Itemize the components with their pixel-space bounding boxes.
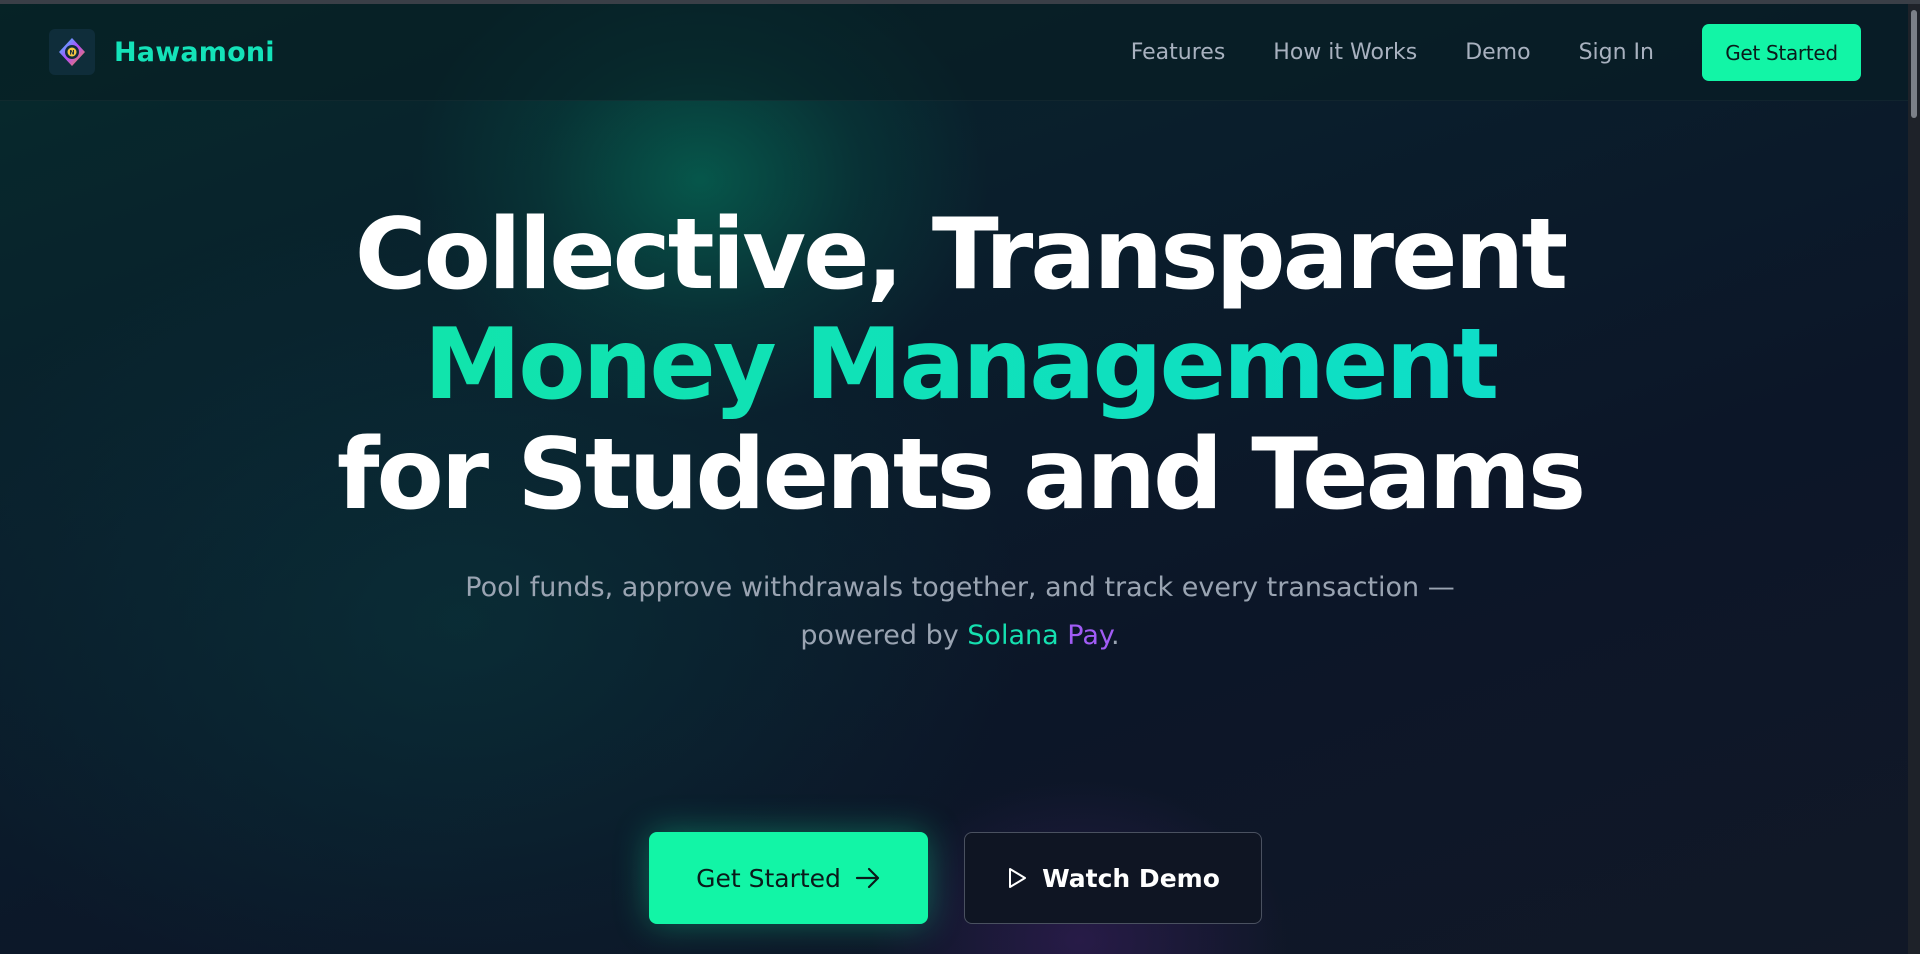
nav-link-how-it-works[interactable]: How it Works: [1273, 40, 1417, 65]
powered-by-text: powered by: [800, 620, 968, 651]
svg-text:N: N: [69, 50, 74, 57]
navbar: N Hawamoni Features How it Works Demo Si…: [0, 4, 1908, 101]
hero-title-line-1: Collective, Transparent: [354, 198, 1568, 312]
play-icon: [1006, 866, 1028, 890]
watch-demo-button[interactable]: Watch Demo: [964, 832, 1262, 924]
pay-text: Pay: [1067, 620, 1112, 651]
page-scrollbar[interactable]: [1908, 4, 1920, 954]
arrow-right-icon: [855, 867, 881, 889]
hero-subtitle-line-1: Pool funds, approve withdrawals together…: [465, 572, 1455, 603]
nav-link-demo[interactable]: Demo: [1465, 40, 1530, 65]
hero-title-highlight: Money Management: [0, 310, 1920, 420]
hero-title-line-3: for Students and Teams: [336, 418, 1586, 532]
hawamoni-logo-icon: N: [49, 29, 95, 75]
solana-pay-space: [1059, 620, 1068, 651]
nav-get-started-button[interactable]: Get Started: [1702, 24, 1861, 81]
landing-page: N Hawamoni Features How it Works Demo Si…: [0, 0, 1920, 954]
brand-name: Hawamoni: [114, 36, 275, 68]
hero-subtitle-line-2: powered by Solana Pay.: [0, 612, 1920, 660]
hero-title: Collective, Transparent Money Management…: [0, 200, 1920, 530]
nav-links: Features How it Works Demo Sign In Get S…: [1131, 4, 1908, 101]
watch-demo-label: Watch Demo: [1042, 863, 1220, 893]
nav-link-features[interactable]: Features: [1131, 40, 1226, 65]
hero-get-started-label: Get Started: [696, 863, 841, 893]
nav-link-sign-in[interactable]: Sign In: [1579, 40, 1654, 65]
brand[interactable]: N Hawamoni: [49, 29, 275, 75]
hero-subtitle: Pool funds, approve withdrawals together…: [0, 564, 1920, 660]
scrollbar-thumb[interactable]: [1911, 10, 1917, 118]
subtitle-period: .: [1111, 620, 1120, 651]
solana-text: Solana: [967, 620, 1059, 651]
hero-cta-row: Get Started Watch Demo: [0, 832, 1920, 924]
hero-get-started-button[interactable]: Get Started: [649, 832, 928, 924]
